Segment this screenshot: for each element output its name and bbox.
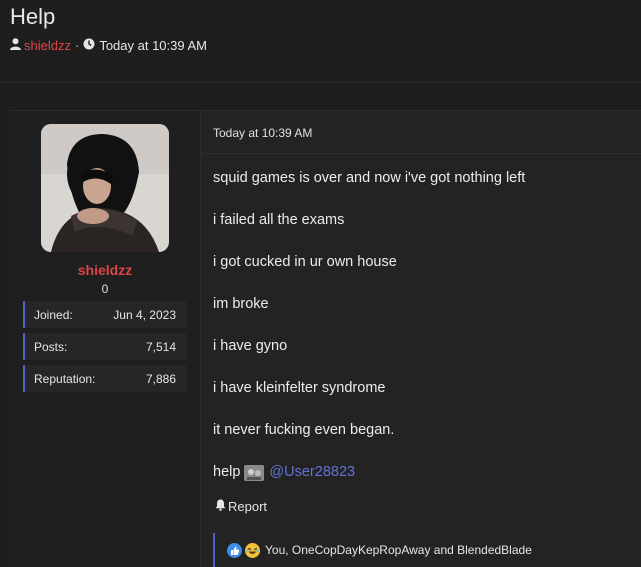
post-line: im broke: [213, 296, 269, 312]
reactions-bar[interactable]: You, OneCopDayKepRopAway and BlendedBlad…: [213, 533, 641, 567]
post-line: i have kleinfelter syndrome: [213, 380, 386, 396]
report-button[interactable]: Report: [215, 499, 267, 514]
stat-label: Joined:: [34, 307, 73, 322]
post-line: i have gyno: [213, 338, 288, 354]
post-date-link[interactable]: Today at 10:39 AM: [213, 126, 312, 140]
post-line: i failed all the exams: [213, 212, 345, 228]
avatar[interactable]: [41, 124, 169, 252]
reactions-text: You, OneCopDayKepRopAway and BlendedBlad…: [265, 543, 532, 557]
like-reaction-icon: [227, 542, 242, 558]
user-mention-link[interactable]: @User28823: [269, 463, 355, 482]
bell-icon: [215, 499, 226, 514]
user-sidebar: shieldzz 0 Joined: Jun 4, 2023 Posts: 7,…: [10, 111, 201, 567]
header-divider: [0, 82, 641, 83]
laugh-reaction-icon: [245, 542, 260, 558]
post-body: squid games is over and now i've got not…: [213, 169, 525, 505]
stat-value: Jun 4, 2023: [113, 307, 176, 322]
thread-author-link[interactable]: shieldzz: [24, 38, 71, 53]
clock-icon: [83, 38, 95, 53]
post-line-help: help @User28823: [213, 463, 525, 482]
stat-value: 7,514: [145, 339, 176, 354]
stat-reputation: Reputation: 7,886: [23, 365, 186, 392]
report-label: Report: [228, 499, 268, 514]
user-title: 0: [101, 282, 109, 296]
user-icon: [10, 38, 21, 53]
stat-value: 7,886: [145, 371, 176, 386]
post-main: Today at 10:39 AM squid games is over an…: [201, 111, 641, 567]
post-line: i got cucked in ur own house: [213, 254, 397, 270]
page-title: Help: [10, 4, 56, 29]
stat-label: Posts:: [34, 339, 68, 354]
post: shieldzz 0 Joined: Jun 4, 2023 Posts: 7,…: [10, 110, 641, 567]
post-line: squid games is over and now i've got not…: [213, 170, 526, 186]
stat-label: Reputation:: [34, 371, 96, 386]
thread-meta: shieldzz · Today at 10:39 AM: [10, 38, 207, 53]
stat-joined: Joined: Jun 4, 2023: [23, 301, 186, 328]
thread-timestamp-link[interactable]: Today at 10:39 AM: [99, 38, 207, 53]
meta-separator: ·: [74, 38, 80, 53]
post-line: it never fucking even began.: [213, 422, 395, 438]
post-header-divider: [201, 153, 641, 154]
post-username[interactable]: shieldzz: [10, 262, 200, 278]
help-text: help: [213, 464, 241, 480]
emote-icon: [244, 464, 265, 481]
stat-posts: Posts: 7,514: [23, 333, 186, 360]
thread-header: Help shieldzz · Today at 10:39 AM: [0, 0, 641, 82]
